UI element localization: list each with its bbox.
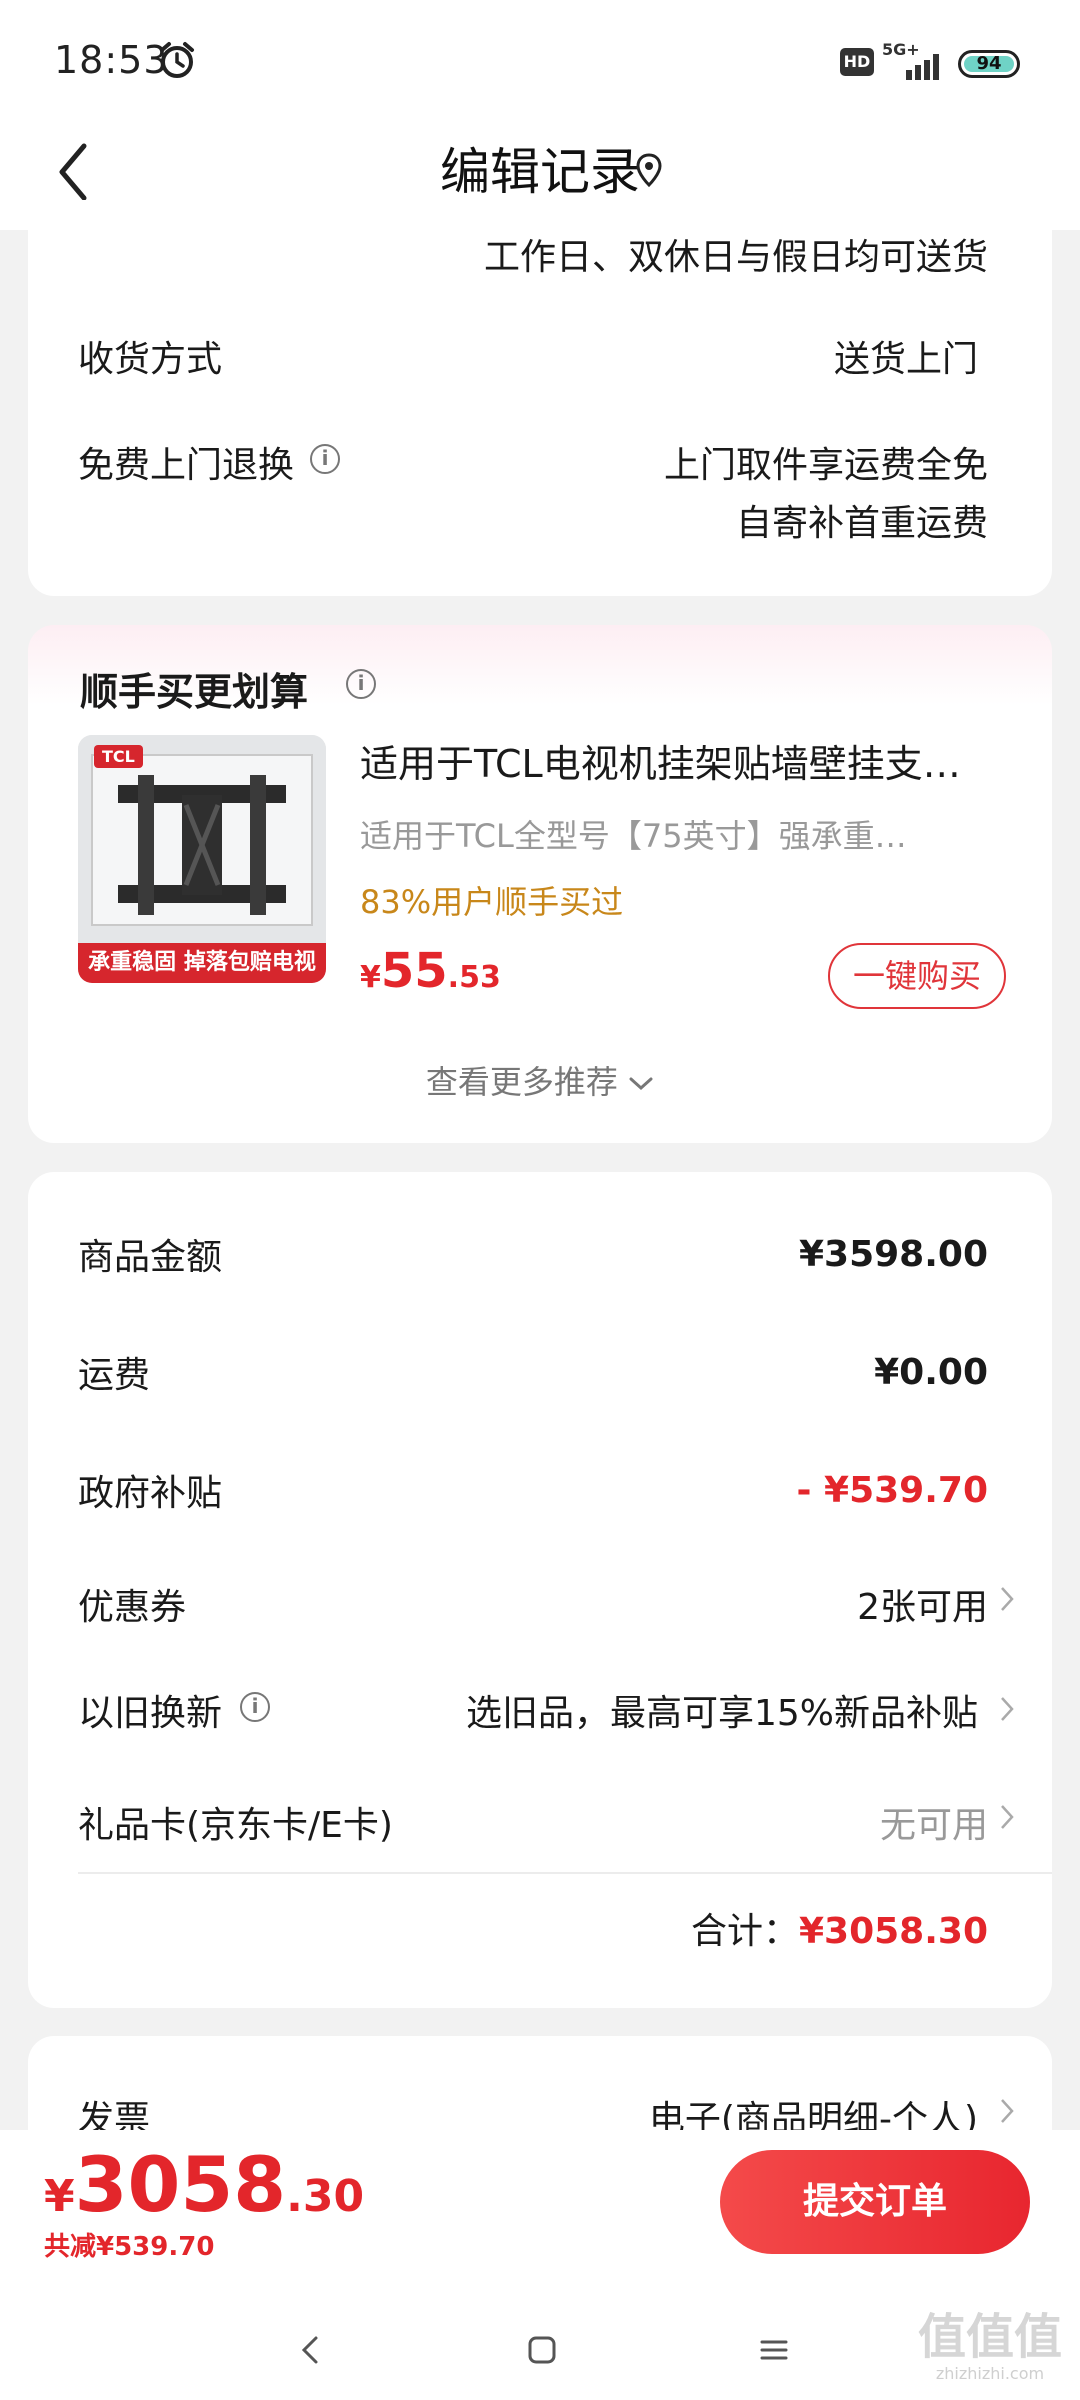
price-summary-card: 商品金额 ¥3598.00 运费 ¥0.00 政府补贴 - ¥539.70 优惠… <box>28 1172 1052 2008</box>
watermark: 值值值 zhizhizhi.com <box>917 2309 1062 2383</box>
product-subtitle: 适用于TCL全型号【75英寸】强承重… <box>360 817 907 855</box>
trade-in-label: 以旧换新 <box>78 1693 223 1734</box>
free-return-label: 免费上门退换 <box>78 445 295 486</box>
shipping-label: 运费 <box>78 1355 151 1396</box>
chevron-right-icon[interactable] <box>998 1584 1016 1614</box>
shipping-value: ¥0.00 <box>874 1352 988 1393</box>
delivery-method-value[interactable]: 送货上门 <box>834 330 978 382</box>
page-title: 编辑记录 <box>440 143 640 201</box>
social-proof-text: 83%用户顺手买过 <box>360 883 624 921</box>
delivery-method-label: 收货方式 <box>78 339 223 380</box>
chevron-right-icon[interactable] <box>998 1694 1016 1724</box>
system-back-icon[interactable] <box>292 2330 332 2370</box>
divider <box>78 1872 1052 1874</box>
total-value: ¥3058.30 <box>798 1911 988 1952</box>
thumbnail-caption: 承重稳固 掉落包赔电视 <box>78 943 326 983</box>
brand-tag: TCL <box>94 745 143 768</box>
goods-amount-value: ¥3598.00 <box>798 1234 988 1275</box>
trade-in-value[interactable]: 选旧品，最高可享15%新品补贴 <box>466 1684 978 1736</box>
info-icon[interactable]: i <box>346 669 376 699</box>
location-pin-icon[interactable] <box>634 152 664 188</box>
product-thumbnail[interactable]: TCL 承重稳固 掉落包赔电视 <box>78 735 326 983</box>
chevron-right-icon[interactable] <box>998 1802 1016 1832</box>
total-savings-text: 共减¥539.70 <box>44 2232 215 2262</box>
delivery-days-text: 工作日、双休日与假日均可送货 <box>483 237 988 278</box>
info-icon[interactable]: i <box>240 1692 270 1722</box>
system-menu-icon[interactable] <box>754 2330 794 2370</box>
delivery-card: 工作日、双休日与假日均可送货 收货方式 送货上门 免费上门退换 i 上门取件享运… <box>28 200 1052 596</box>
more-recommendations-link[interactable]: 查看更多推荐 <box>28 1057 1052 1103</box>
hd-badge: HD <box>840 48 874 76</box>
gift-card-value[interactable]: 无可用 <box>880 1796 988 1848</box>
free-return-value-2: 自寄补首重运费 <box>735 503 988 544</box>
battery-icon: 94 <box>958 50 1020 78</box>
payable-amount: ¥3058.30 <box>44 2140 365 2229</box>
status-time: 18:53 <box>54 38 169 82</box>
submit-order-button[interactable]: 提交订单 <box>720 2150 1030 2254</box>
gift-card-label: 礼品卡(京东卡/E卡) <box>78 1805 393 1846</box>
free-return-value-1: 上门取件享运费全免 <box>663 445 988 486</box>
gov-subsidy-value: - ¥539.70 <box>796 1470 988 1511</box>
info-icon[interactable]: i <box>310 444 340 474</box>
chevron-right-icon[interactable] <box>998 2096 1016 2126</box>
chevron-down-icon <box>629 1077 653 1091</box>
total-row: 合计：¥3058.30 <box>691 1902 988 1954</box>
signal-icon <box>906 54 939 80</box>
product-title[interactable]: 适用于TCL电视机挂架贴墙壁挂支… <box>360 733 961 788</box>
total-label: 合计： <box>690 1911 799 1952</box>
coupon-label: 优惠券 <box>78 1587 187 1628</box>
recommend-title: 顺手买更划算 <box>80 670 309 714</box>
recommend-card: 顺手买更划算 i TCL 承重稳固 掉落包赔电视 适用于TCL电视机挂架贴墙壁挂… <box>28 625 1052 1143</box>
one-click-buy-button[interactable]: 一键购买 <box>828 943 1006 1009</box>
alarm-clock-icon <box>160 42 194 78</box>
goods-amount-label: 商品金额 <box>78 1237 223 1278</box>
product-price: ¥55.53 <box>360 943 501 999</box>
status-bar: 18:53 HD 5G+ 94 <box>0 0 1080 120</box>
battery-level: 94 <box>976 53 1002 74</box>
gov-subsidy-label: 政府补贴 <box>78 1473 223 1514</box>
coupon-value[interactable]: 2张可用 <box>857 1578 988 1630</box>
system-home-icon[interactable] <box>522 2330 562 2370</box>
